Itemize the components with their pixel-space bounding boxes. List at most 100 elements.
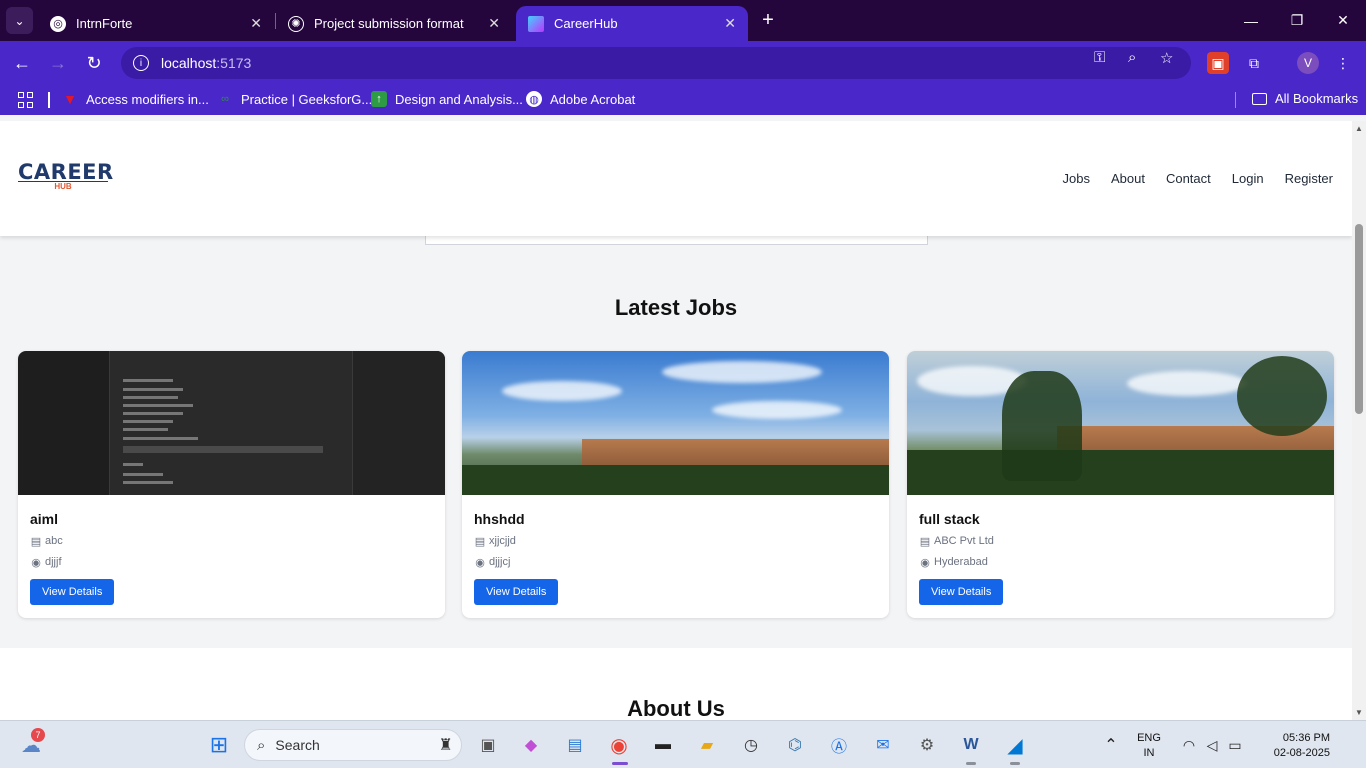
all-bookmarks-button[interactable]: All Bookmarks [1252,91,1358,106]
apps-grid-icon[interactable] [18,92,34,108]
zoom-icon[interactable]: ⌕ [1128,49,1136,66]
vscode-icon[interactable]: ◢ [1002,732,1028,758]
briefcase-icon: ▤ [30,535,42,548]
language-label: ENG [1137,732,1161,744]
tab-intrnforte[interactable]: ◎ IntrnForte ✕ [38,6,274,41]
running-app-indicator [966,762,976,765]
settings-icon[interactable]: ⚙ [914,732,940,758]
job-company-row: ▤ ABC Pvt Ltd [919,535,1322,548]
minimize-button[interactable]: — [1228,0,1274,41]
folder-icon [1252,92,1267,105]
job-company: abc [45,535,63,547]
new-tab-button[interactable]: + [758,8,778,32]
restore-button[interactable]: ❐ [1274,0,1320,41]
briefcase-icon: ▤ [474,535,486,548]
scroll-down-icon[interactable]: ▼ [1355,708,1363,717]
scrollbar-thumb[interactable] [1355,224,1363,414]
bookmark-star-icon[interactable]: ☆ [1160,49,1173,67]
clock-tray[interactable]: 05:36 PM 02-08-2025 [1254,731,1330,761]
nav-about[interactable]: About [1111,171,1145,186]
job-location: djjjcj [489,556,511,568]
page-scrollbar[interactable]: ▲ ▼ [1352,121,1366,720]
job-title: hhshdd [474,511,525,527]
bookmark-label: Access modifiers in... [86,91,209,107]
job-image [18,351,445,495]
logo-wordmark: CAREER [18,160,114,184]
bookmark-label: Practice | GeeksforG... [241,91,373,107]
tab-careerhub[interactable]: CareerHub ✕ [516,6,748,41]
python-icon[interactable]: ⌬ [782,732,808,758]
tray-date: 02-08-2025 [1273,747,1330,759]
bookmark-label: Design and Analysis... [395,91,523,107]
view-details-button[interactable]: View Details [919,579,1004,605]
terminal-icon[interactable]: ▬ [650,732,676,758]
bookmark-item[interactable]: ∞ Practice | GeeksforG... [217,91,372,107]
chevron-down-icon: ⌄ [14,13,25,28]
job-company-row: ▤ abc [30,535,433,548]
bookmark-item[interactable]: ▼ Access modifiers in... [62,91,209,107]
taskbar-search-label: Search [275,737,320,753]
clock-icon[interactable]: ◷ [738,732,764,758]
job-card: aiml ▤ abc ◉ djjjf View Details [18,351,445,618]
extensions-puzzle-icon[interactable]: ⧉ [1243,52,1265,74]
forward-button[interactable]: → [46,51,70,75]
job-location-row: ◉ Hyderabad [919,556,1322,569]
all-bookmarks-label: All Bookmarks [1275,91,1359,106]
battery-icon[interactable]: ▭ [1222,732,1248,758]
job-company-row: ▤ xjjcjjd [474,535,877,548]
bookmark-item[interactable]: ◍ Adobe Acrobat [526,91,635,107]
language-indicator[interactable]: ENG IN [1134,731,1164,761]
task-view-icon[interactable]: ▣ [475,732,501,758]
tab-search-button[interactable]: ⌄ [6,7,33,34]
globe-icon: ◎ [50,15,66,32]
bookmark-favicon-icon: ↑ [371,91,387,107]
copilot-icon[interactable]: ◆ [518,732,544,758]
careerhub-logo[interactable]: CAREER HUB [18,160,114,193]
reload-button[interactable]: ↻ [82,51,106,75]
chevron-up-icon[interactable]: ⌃ [1098,732,1124,758]
notepad-icon[interactable]: ▤ [562,732,588,758]
nav-login[interactable]: Login [1232,171,1264,186]
back-button[interactable]: ← [10,51,34,75]
location-pin-icon: ◉ [475,556,485,569]
taskbar-search[interactable]: ⌕ Search ♜ [244,729,462,761]
site-info-icon[interactable]: i [133,55,149,71]
browser-toolbar: ← → ↻ i localhost:5173 ⚿ ⌕ ☆ ▣ ⧉ ⋮ [0,41,1366,85]
view-details-button[interactable]: View Details [474,579,559,605]
windows-start-icon[interactable]: ⊞ [206,732,232,758]
close-icon[interactable]: ✕ [724,15,736,32]
scroll-up-icon[interactable]: ▲ [1355,124,1363,133]
nav-register[interactable]: Register [1285,171,1333,186]
file-explorer-icon[interactable]: ▰ [694,732,720,758]
bookmark-item[interactable]: ↑ Design and Analysis... [371,91,523,107]
running-app-indicator [1010,762,1020,765]
main-nav: Jobs About Contact Login Register [1042,171,1334,186]
bookmarks-bar: ▼ Access modifiers in... ∞ Practice | Ge… [0,85,1366,115]
view-details-button[interactable]: View Details [30,579,115,605]
password-key-icon[interactable]: ⚿ [1094,49,1105,66]
job-image [462,351,889,495]
tab-project-submission[interactable]: ✺ Project submission format ✕ [276,6,512,41]
word-icon[interactable]: W [958,732,984,758]
chrome-icon[interactable]: ◉ [606,732,632,758]
nav-jobs[interactable]: Jobs [1063,171,1090,186]
mail-icon[interactable]: ✉ [870,732,896,758]
close-icon[interactable]: ✕ [488,15,500,32]
about-heading: About Us [627,696,725,720]
address-bar[interactable]: i localhost:5173 [121,47,1191,79]
nav-contact[interactable]: Contact [1166,171,1211,186]
active-app-indicator [612,762,628,765]
arrow-right-icon: → [49,52,67,73]
bookmark-favicon-icon: ▼ [63,91,77,107]
job-location: Hyderabad [934,556,988,568]
search-icon: ⌕ [257,736,266,754]
windows-taskbar: ☁ 7 ⊞ ⌕ Search ♜ ▣ ◆ ▤ ◉ ▬ ▰ ◷ ⌬ Ⓐ ✉ ⚙ W… [0,720,1366,768]
app-store-icon[interactable]: Ⓐ [826,732,852,758]
site-header: CAREER HUB Jobs About Contact Login Regi… [0,121,1352,236]
url-port: :5173 [216,55,252,71]
more-menu-icon[interactable]: ⋮ [1332,52,1354,74]
window-close-button[interactable]: ✕ [1320,0,1366,41]
profile-avatar[interactable]: V [1297,52,1319,74]
close-icon[interactable]: ✕ [250,15,262,32]
extension-icon[interactable]: ▣ [1207,52,1229,74]
